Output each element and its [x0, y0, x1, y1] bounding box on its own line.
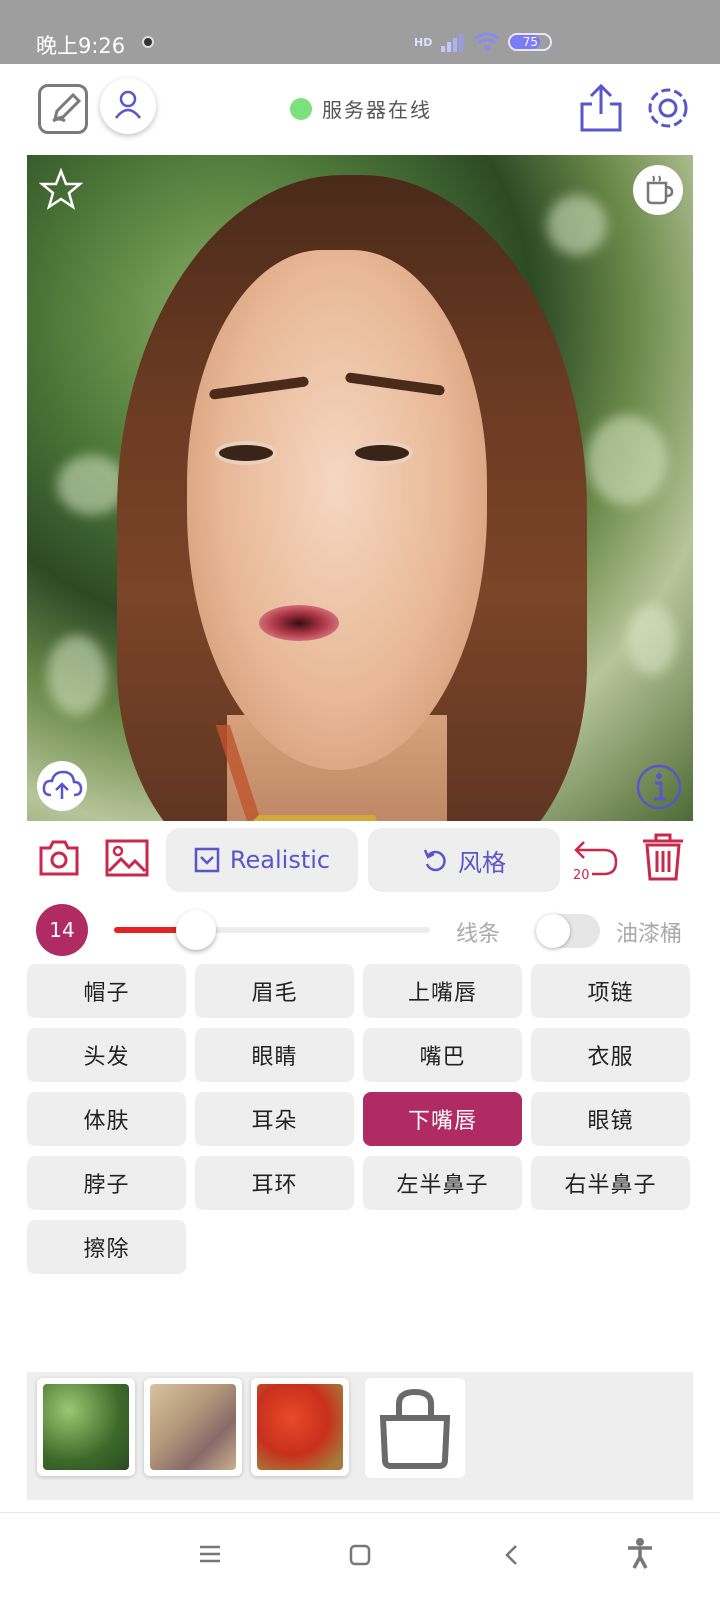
- face-part-button[interactable]: 脖子: [27, 1156, 186, 1210]
- battery-level: 75: [522, 35, 538, 49]
- status-bar: 晚上9:26 HD 75: [0, 0, 720, 64]
- portrait-face: [187, 250, 487, 770]
- face-part-button[interactable]: 右半鼻子: [531, 1156, 690, 1210]
- face-part-button[interactable]: 体肤: [27, 1092, 186, 1146]
- shop-button[interactable]: [365, 1378, 465, 1478]
- face-part-button[interactable]: 耳环: [195, 1156, 354, 1210]
- info-icon: [636, 764, 682, 810]
- face-part-button[interactable]: 项链: [531, 964, 690, 1018]
- style-thumbnail-tray: [27, 1372, 693, 1500]
- home-nav-button[interactable]: [348, 1543, 372, 1571]
- paint-bucket-toggle[interactable]: [536, 914, 600, 948]
- server-status-text: 服务器在线: [322, 98, 432, 122]
- mode-bucket-label: 油漆桶: [616, 922, 683, 947]
- face-part-button[interactable]: 左半鼻子: [363, 1156, 522, 1210]
- thumbnail-image: [43, 1384, 129, 1470]
- face-part-button[interactable]: 眼镜: [531, 1092, 690, 1146]
- battery-indicator: 75: [508, 33, 553, 51]
- style-thumbnail[interactable]: [251, 1378, 349, 1476]
- signal-icon: [441, 34, 464, 52]
- brush-size-badge: 14: [36, 904, 88, 956]
- style-label: 风格: [458, 848, 506, 877]
- thumbnail-image: [150, 1384, 236, 1470]
- menu-nav-button[interactable]: [198, 1543, 222, 1569]
- edit-square-icon: [52, 92, 82, 123]
- star-icon: [38, 167, 84, 210]
- notification-icon: [142, 36, 154, 48]
- thumbnail-image: [257, 1384, 343, 1470]
- share-button[interactable]: [578, 82, 624, 134]
- face-part-button[interactable]: 衣服: [531, 1028, 690, 1082]
- home-square-icon: [349, 1544, 371, 1566]
- status-indicators: HD 75: [414, 28, 553, 56]
- face-part-button[interactable]: 下嘴唇: [363, 1092, 522, 1146]
- hd-badge: HD: [414, 35, 433, 49]
- edit-button[interactable]: [38, 84, 88, 134]
- realistic-button[interactable]: Realistic: [166, 828, 358, 892]
- toggle-knob: [536, 914, 570, 948]
- gallery-button[interactable]: [104, 838, 150, 882]
- camera-icon: [39, 840, 79, 876]
- slider-thumb[interactable]: [176, 910, 217, 950]
- realistic-label: Realistic: [229, 846, 331, 874]
- gear-icon: [648, 88, 688, 128]
- photo-canvas[interactable]: [27, 155, 693, 821]
- menu-icon: [200, 1545, 220, 1563]
- checkbox-icon: [194, 847, 220, 873]
- trash-icon: [643, 833, 683, 881]
- portrait-mouth: [259, 605, 339, 641]
- face-part-button[interactable]: 帽子: [27, 964, 186, 1018]
- face-part-button[interactable]: 耳朵: [195, 1092, 354, 1146]
- face-part-button[interactable]: 眉毛: [195, 964, 354, 1018]
- refresh-icon: [423, 849, 446, 872]
- server-status-dot: [290, 97, 312, 120]
- style-thumbnail[interactable]: [37, 1378, 135, 1476]
- image-icon: [105, 839, 149, 877]
- mode-line-label: 线条: [456, 922, 501, 947]
- coffee-icon: [646, 175, 674, 205]
- accessibility-button[interactable]: [626, 1537, 654, 1573]
- camera-button[interactable]: [38, 838, 80, 882]
- server-status: 服务器在线: [290, 94, 432, 123]
- info-button[interactable]: [635, 763, 683, 811]
- favorite-button[interactable]: [38, 167, 84, 211]
- accessibility-icon: [628, 1538, 652, 1569]
- back-chevron-icon: [505, 1545, 517, 1565]
- share-icon: [580, 83, 622, 132]
- undo-count: 20: [573, 868, 590, 883]
- style-button[interactable]: 风格: [368, 828, 560, 892]
- app-header: 服务器在线: [0, 64, 720, 154]
- user-icon: [115, 90, 141, 119]
- delete-button[interactable]: [640, 832, 686, 886]
- face-part-button[interactable]: 擦除: [27, 1220, 186, 1274]
- style-thumbnail[interactable]: [144, 1378, 242, 1476]
- cloud-upload-icon: [42, 770, 83, 799]
- system-nav-bar: [0, 1512, 720, 1600]
- shopping-bag-icon: [379, 1388, 451, 1469]
- action-toolbar: Realistic 风格 20: [0, 828, 720, 896]
- settings-button[interactable]: [642, 82, 694, 134]
- wifi-icon: [474, 32, 501, 51]
- face-part-grid: 帽子 眉毛 上嘴唇 项链头发 眼睛 嘴巴 衣服体肤 耳朵 下嘴唇 眼镜脖子 耳环 左半鼻子 右半鼻子擦除: [27, 964, 693, 1274]
- brush-controls: 14 线条 油漆桶: [0, 900, 720, 960]
- status-time: 晚上9:26: [36, 34, 126, 58]
- back-nav-button[interactable]: [502, 1543, 522, 1571]
- upload-button[interactable]: [37, 761, 87, 811]
- coffee-button[interactable]: [633, 165, 683, 215]
- face-part-button[interactable]: 嘴巴: [363, 1028, 522, 1082]
- face-part-button[interactable]: 上嘴唇: [363, 964, 522, 1018]
- user-button[interactable]: [100, 78, 156, 134]
- face-part-button[interactable]: 头发: [27, 1028, 186, 1082]
- brush-size-slider[interactable]: [114, 927, 430, 933]
- face-part-button[interactable]: 眼睛: [195, 1028, 354, 1082]
